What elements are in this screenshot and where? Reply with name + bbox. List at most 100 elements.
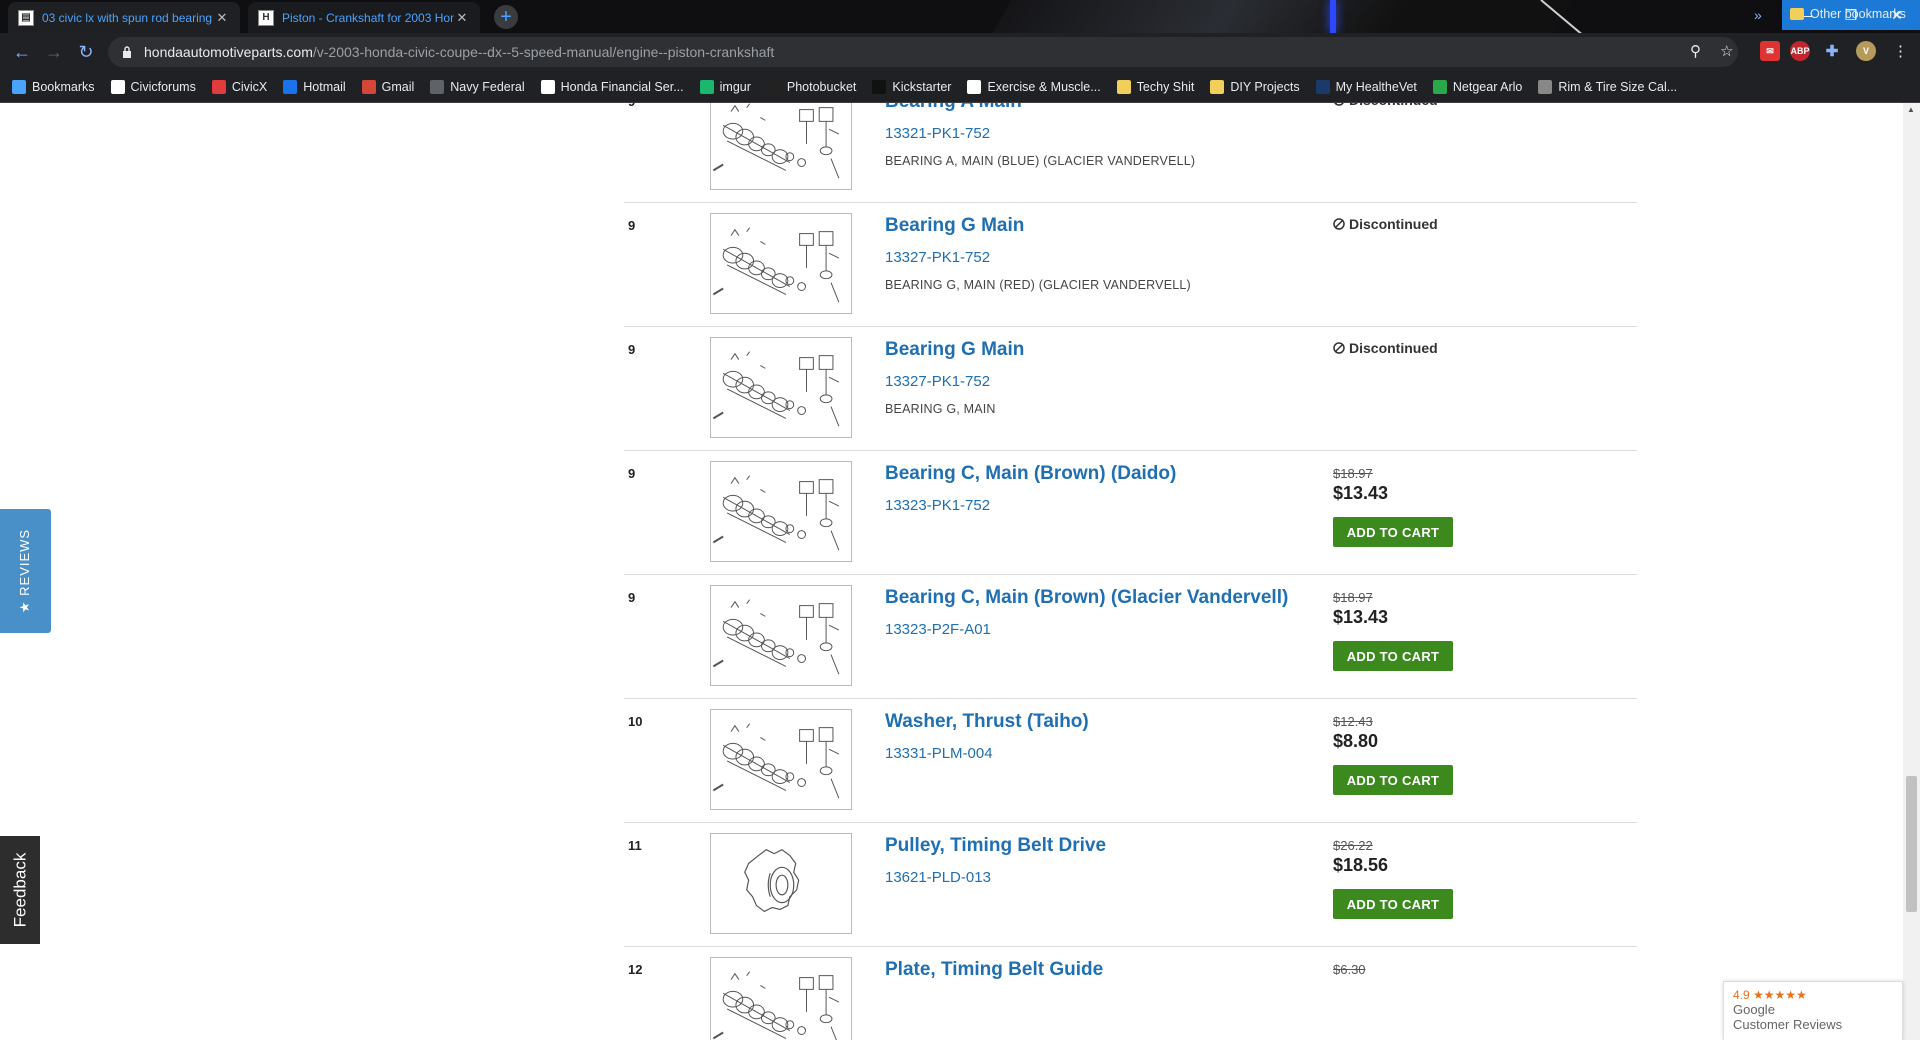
x-icon — [211, 79, 226, 94]
tab-title: 03 civic lx with spun rod bearing — [42, 10, 213, 25]
part-name-link[interactable]: Bearing C, Main (Brown) (Glacier Vanderv… — [885, 587, 1288, 609]
part-number-link[interactable]: 13321-PK1-752 — [885, 125, 990, 142]
part-number-link[interactable]: 13327-PK1-752 — [885, 249, 990, 266]
page-scrollbar[interactable]: ▲ — [1903, 103, 1920, 1040]
part-row: 9 Bearing A Main 13321-PK1-752 BEARING A, M… — [624, 103, 1637, 203]
feedback-tab[interactable]: Feedback — [0, 836, 40, 944]
bookmark-item[interactable]: Netgear Arlo — [1432, 79, 1522, 94]
bookmarks-more-chevron[interactable]: » — [1754, 7, 1762, 23]
tab-title: Piston - Crankshaft for 2003 Hon — [282, 10, 454, 25]
part-row: 11 Pulley, Timing Belt Drive 13621-PLD-013… — [624, 823, 1637, 947]
part-thumbnail[interactable] — [710, 709, 852, 810]
menu-dots-icon[interactable]: ⋮ — [1893, 42, 1908, 60]
bookmark-label: imgur — [719, 79, 751, 94]
part-number-link[interactable]: 13323-P2F-A01 — [885, 621, 991, 638]
bookmark-item[interactable]: Navy Federal — [430, 79, 525, 94]
part-name-link[interactable]: Bearing C, Main (Brown) (Daido) — [885, 463, 1176, 485]
diagram-ref-number: 9 — [628, 103, 635, 109]
reviews-tab[interactable]: ★ REVIEWS — [0, 509, 51, 633]
part-number-link[interactable]: 13323-PK1-752 — [885, 497, 990, 514]
google-reviews-badge[interactable]: 4.9 ★★★★★ Google Customer Reviews — [1723, 981, 1903, 1040]
bookmark-item[interactable]: Bookmarks — [12, 79, 95, 94]
profile-avatar[interactable]: V — [1856, 41, 1876, 61]
bookmark-item[interactable]: Hotmail — [283, 79, 346, 94]
bookmark-item[interactable]: imgur — [699, 79, 751, 94]
bookmark-item[interactable]: Techy Shit — [1116, 79, 1194, 94]
browser-tab-1[interactable]: ▤ 03 civic lx with spun rod bearing ✕ — [8, 2, 240, 33]
part-thumbnail[interactable] — [710, 337, 852, 438]
part-number-link[interactable]: 13621-PLD-013 — [885, 869, 991, 886]
bookmark-item[interactable]: DIY Projects — [1210, 79, 1300, 94]
part-name-link[interactable]: Plate, Timing Belt Guide — [885, 959, 1103, 981]
extension-mail-icon[interactable]: ✉ — [1760, 41, 1780, 61]
new-tab-button[interactable]: + — [494, 5, 518, 29]
part-thumbnail[interactable] — [710, 461, 852, 562]
forward-arrow-icon[interactable]: → — [43, 41, 65, 63]
extensions-puzzle-icon[interactable]: ✚ — [1822, 41, 1842, 61]
original-price: $6.30 — [1333, 962, 1366, 977]
part-thumbnail[interactable] — [710, 957, 852, 1040]
close-icon[interactable]: ✕ — [214, 10, 230, 26]
bookmark-item[interactable]: Photobucket — [766, 79, 856, 94]
part-number-link[interactable]: 13331-PLM-004 — [885, 745, 993, 762]
zoom-icon[interactable]: ⚲ — [1690, 42, 1701, 60]
browser-tab-2[interactable]: H Piston - Crankshaft for 2003 Hon ✕ — [248, 2, 480, 33]
part-name-link[interactable]: Pulley, Timing Belt Drive — [885, 835, 1106, 857]
bookmark-label: Civicforums — [130, 79, 196, 94]
discontinued-status: Discontinued — [1333, 340, 1438, 356]
back-arrow-icon[interactable]: ← — [11, 41, 33, 63]
bookmark-item[interactable]: Gmail — [361, 79, 415, 94]
part-name-link[interactable]: Washer, Thrust (Taiho) — [885, 711, 1089, 733]
part-name-link[interactable]: Bearing A Main — [885, 103, 1022, 113]
gmail-icon — [361, 79, 376, 94]
crankshaft-diagram-icon — [712, 723, 840, 799]
status-text: Discontinued — [1349, 216, 1438, 232]
part-number-link[interactable]: 13327-PK1-752 — [885, 373, 990, 390]
bookmark-item[interactable]: Kickstarter — [872, 79, 951, 94]
add-to-cart-button[interactable]: ADD TO CART — [1333, 889, 1453, 919]
ban-icon — [1333, 342, 1345, 354]
adblock-icon[interactable]: ABP — [1790, 41, 1810, 61]
part-description: BEARING G, MAIN (RED) (GLACIER VANDERVEL… — [885, 278, 1191, 292]
bookmark-item[interactable]: Honda Financial Ser... — [540, 79, 684, 94]
add-to-cart-button[interactable]: ADD TO CART — [1333, 641, 1453, 671]
add-to-cart-button[interactable]: ADD TO CART — [1333, 765, 1453, 795]
pulley-diagram-icon — [744, 848, 800, 913]
scroll-up-arrow-icon[interactable]: ▲ — [1907, 105, 1915, 114]
bookmark-item[interactable]: Exercise & Muscle... — [967, 79, 1101, 94]
crankshaft-diagram-icon — [712, 227, 840, 303]
part-thumbnail[interactable] — [710, 213, 852, 314]
bookmark-label: My HealtheVet — [1335, 79, 1417, 94]
exercise-icon — [967, 79, 982, 94]
star-icon — [12, 79, 26, 94]
part-thumbnail[interactable] — [710, 585, 852, 686]
part-row: 12 Plate, Timing Belt Guide $6.30 — [624, 947, 1637, 1040]
bookmark-item[interactable]: My HealtheVet — [1315, 79, 1417, 94]
browser-toolbar: ← → ↻ hondaautomotiveparts.com/v-2003-ho… — [0, 33, 1920, 71]
bookmark-star-icon[interactable]: ☆ — [1720, 42, 1733, 60]
part-thumbnail[interactable] — [710, 103, 852, 190]
bookmark-item[interactable]: CivicX — [211, 79, 267, 94]
folder-icon — [1210, 79, 1225, 94]
url-host: hondaautomotiveparts.com — [144, 44, 313, 60]
part-thumbnail[interactable] — [710, 833, 852, 934]
web-page: 9 Bearing A Main 13321-PK1-752 BEARING A, M… — [0, 103, 1920, 1040]
parts-list: 9 Bearing A Main 13321-PK1-752 BEARING A, M… — [624, 103, 1637, 1040]
add-to-cart-button[interactable]: ADD TO CART — [1333, 517, 1453, 547]
bookmark-item[interactable]: Rim & Tire Size Cal... — [1538, 79, 1677, 94]
scroll-thumb[interactable] — [1906, 776, 1917, 912]
feedback-label: Feedback — [10, 852, 30, 928]
arlo-icon — [1432, 79, 1447, 94]
part-name-link[interactable]: Bearing G Main — [885, 339, 1024, 361]
bookmark-label: Navy Federal — [450, 79, 525, 94]
close-icon[interactable]: ✕ — [454, 10, 470, 26]
civicforums-icon — [110, 79, 125, 94]
bookmark-label: Gmail — [381, 79, 415, 94]
ban-icon — [1333, 218, 1345, 230]
reload-icon[interactable]: ↻ — [75, 41, 97, 63]
bookmark-item[interactable]: Civicforums — [110, 79, 196, 94]
address-bar[interactable]: hondaautomotiveparts.com/v-2003-honda-ci… — [108, 37, 1738, 67]
part-name-link[interactable]: Bearing G Main — [885, 215, 1024, 237]
other-bookmarks[interactable]: Other bookmarks — [1790, 7, 1906, 21]
imgur-icon — [699, 79, 714, 94]
